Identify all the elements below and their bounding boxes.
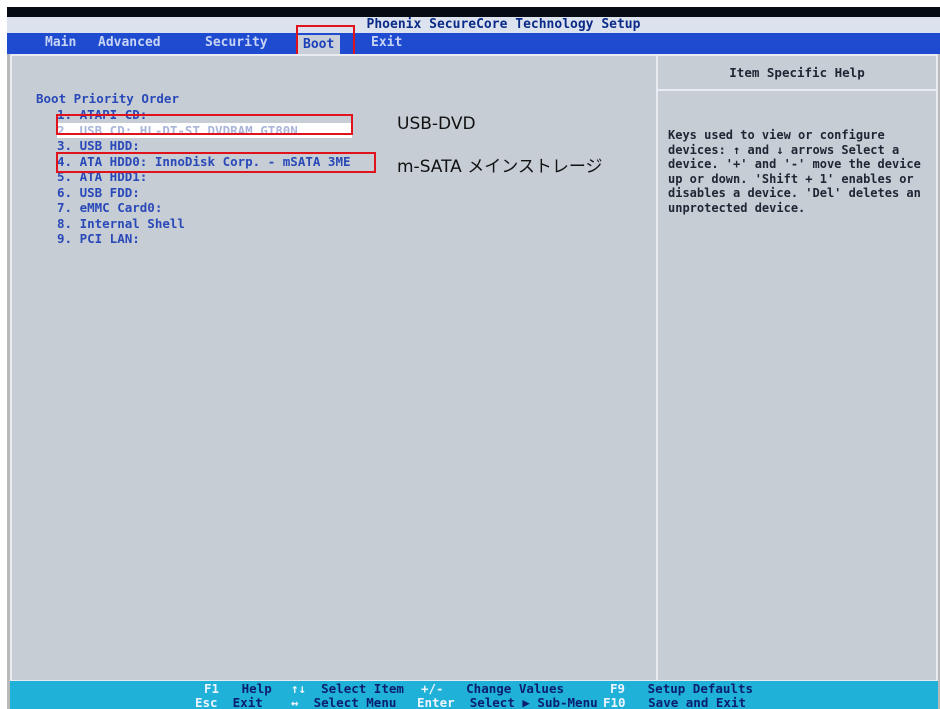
footer-sub-menu: Enter Select ▶ Sub-Menu	[417, 695, 598, 709]
top-band	[7, 7, 940, 17]
annotation-usb-dvd: USB-DVD	[397, 114, 476, 134]
boot-priority-label: Boot Priority Order	[36, 91, 179, 106]
footer-save-exit: F10 Save and Exit	[603, 695, 746, 709]
footer-change-values: +/- Change Values	[421, 681, 564, 696]
window-title: Phoenix SecureCore Technology Setup	[7, 17, 940, 33]
footer-f1-help: F1 Help	[204, 681, 272, 696]
menu-security[interactable]: Security	[205, 33, 268, 54]
footer-select-item: ↑↓ Select Item	[291, 681, 404, 696]
boot-item-emmc[interactable]: 7. eMMC Card0:	[57, 200, 352, 216]
ata-hdd0-highlight-box	[56, 152, 376, 173]
bios-screen: Phoenix SecureCore Technology Setup Main…	[7, 7, 940, 709]
annotation-msata: m-SATA メインストレージ	[397, 157, 603, 177]
boot-tab-highlight-box	[296, 25, 355, 57]
panel-divider	[656, 56, 658, 680]
boot-item-pci-lan[interactable]: 9. PCI LAN:	[57, 231, 352, 247]
boot-item-usb-fdd[interactable]: 6. USB FDD:	[57, 185, 352, 201]
usb-cd-highlight-box	[56, 114, 353, 135]
menu-exit[interactable]: Exit	[371, 33, 402, 54]
menu-advanced[interactable]: Advanced	[98, 33, 161, 54]
help-text: Keys used to view or configure devices: …	[668, 128, 921, 215]
footer-bar: F1 Help ↑↓ Select Item +/- Change Values…	[10, 681, 938, 709]
footer-setup-defaults: F9 Setup Defaults	[610, 681, 753, 696]
footer-select-menu: ↔ Select Menu	[291, 695, 397, 709]
footer-esc-exit: Esc Exit	[195, 695, 263, 709]
help-title: Item Specific Help	[658, 56, 936, 91]
boot-item-internal-shell[interactable]: 8. Internal Shell	[57, 216, 352, 232]
menu-bar: Main Advanced Security Boot Exit	[7, 33, 940, 54]
main-panel: Item Specific Help Keys used to view or …	[10, 54, 938, 682]
menu-main[interactable]: Main	[45, 33, 76, 54]
